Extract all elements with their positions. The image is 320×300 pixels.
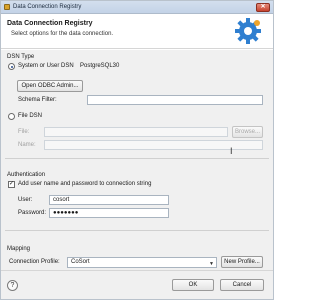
system-user-dsn-label: System or User DSN [18,63,74,69]
schema-filter-label: Schema Filter: [18,97,57,103]
dialog-body: DSN Type System or User DSN PostgreSQL30… [1,50,273,270]
connection-profile-label: Connection Profile: [9,259,60,265]
cancel-button[interactable]: Cancel [220,279,264,291]
authentication-section-label: Authentication [7,172,46,178]
close-icon: ✕ [260,4,266,10]
close-button[interactable]: ✕ [256,3,270,12]
header-subtitle: Select options for the data connection. [11,31,114,37]
name-label: Name: [18,142,36,148]
connection-profile-value: CoSort [71,259,90,265]
open-odbc-admin-button[interactable]: Open ODBC Admin... [17,80,83,92]
user-label: User: [18,197,33,203]
password-input[interactable]: ●●●●●●● [49,208,169,218]
dialog-header: Data Connection Registry Select options … [1,14,273,49]
connection-profile-select[interactable]: CoSort ▼ [67,257,217,268]
gear-icon [235,18,261,44]
section-divider [5,158,269,159]
password-label: Password: [18,210,47,216]
file-dsn-label: File DSN [18,113,43,119]
dialog-window: Data Connection Registry ✕ Data Connecti… [0,0,274,300]
system-user-dsn-value: PostgreSQL30 [80,63,120,69]
window-title: Data Connection Registry [13,4,82,10]
help-icon[interactable]: ? [7,280,18,291]
file-label: File: [18,129,30,135]
ok-button[interactable]: OK [172,279,214,291]
file-dsn-radio[interactable] [8,113,15,120]
add-credentials-label: Add user name and password to connection… [18,181,152,187]
section-divider [5,230,269,231]
chevron-down-icon: ▼ [209,261,214,267]
dsn-type-section-label: DSN Type [7,54,35,60]
system-user-dsn-radio[interactable] [8,63,15,70]
text-cursor-icon: I [230,146,233,156]
schema-filter-input[interactable] [87,95,263,105]
browse-button[interactable]: Browse... [232,126,263,138]
user-input[interactable]: cosort [49,195,169,205]
new-profile-button[interactable]: New Profile... [221,256,263,268]
dialog-footer: ? OK Cancel [1,270,273,299]
app-icon [4,4,10,10]
mapping-section-label: Mapping [7,246,31,252]
title-bar[interactable]: Data Connection Registry ✕ [1,1,273,14]
file-input[interactable] [44,127,228,137]
header-title: Data Connection Registry [7,20,93,27]
add-credentials-checkbox[interactable]: ✓ [8,181,15,188]
